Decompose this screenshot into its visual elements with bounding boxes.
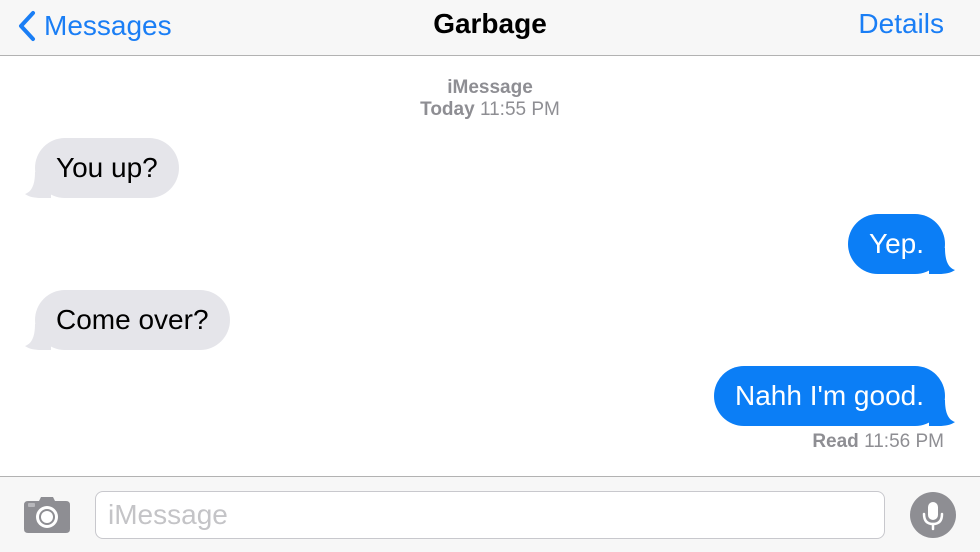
message-bubble-sent[interactable]: Nahh I'm good. [713,366,955,426]
message-text: Come over? [56,304,209,335]
read-time: 11:56 PM [864,431,944,452]
read-label: Read [812,431,859,452]
read-receipt: Read 11:56 PM [812,431,944,453]
bubble-tail [929,400,955,426]
camera-button[interactable] [24,497,70,533]
navigation-bar: Messages Garbage Details [0,0,980,56]
bubble-tail [25,324,51,350]
conversation-timestamp: Today 11:55 PM [0,99,980,121]
microphone-icon [922,502,944,531]
microphone-button[interactable] [910,492,956,538]
message-text: Yep. [868,228,924,259]
message-text: You up? [56,152,158,183]
message-bubble-sent[interactable]: Yep. [847,214,955,274]
bubble-tail [929,248,955,274]
camera-icon [24,497,70,533]
input-bar [0,476,980,552]
conversation-title: Garbage [433,8,547,39]
message-bubble-received[interactable]: Come over? [25,290,230,350]
message-text: Nahh I'm good. [734,380,924,411]
bubble-tail [25,172,51,198]
message-input[interactable] [95,491,885,539]
messages-screen: Messages Garbage Details iMessage Today … [0,0,980,552]
service-label: iMessage [447,77,533,98]
message-bubble-received[interactable]: You up? [25,138,179,198]
timestamp-time: 11:55 PM [479,99,560,120]
details-button[interactable]: Details [858,8,944,40]
timestamp-day: Today [420,99,475,120]
